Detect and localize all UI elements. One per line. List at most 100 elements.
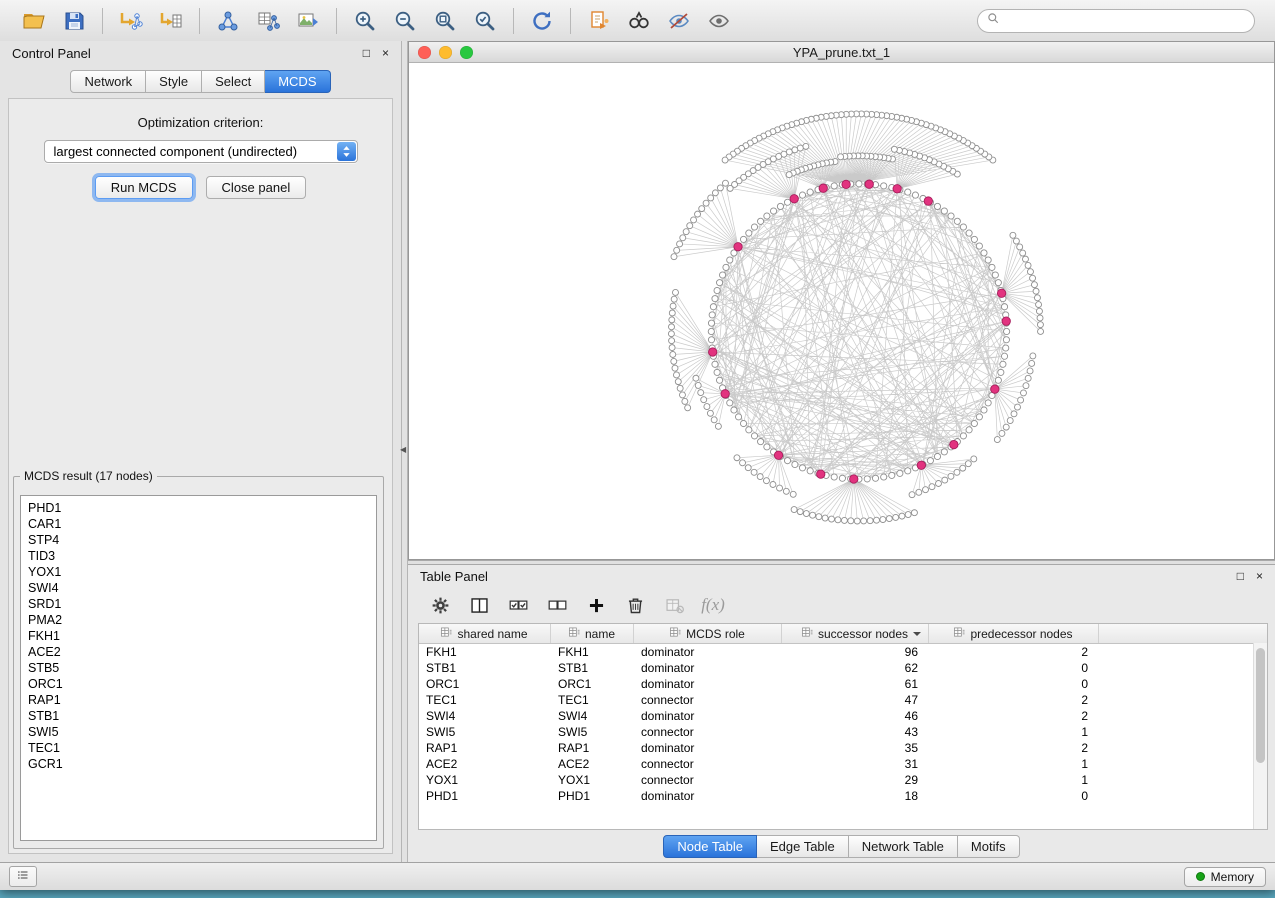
table-row[interactable]: RAP1RAP1dominator352 — [419, 740, 1267, 756]
mcds-result-item[interactable]: TEC1 — [28, 740, 369, 756]
minimize-window-button[interactable] — [439, 46, 452, 59]
table-row[interactable]: YOX1YOX1connector291 — [419, 772, 1267, 788]
cell-predecessor-nodes[interactable]: 1 — [929, 756, 1099, 772]
task-history-button[interactable] — [9, 866, 37, 887]
zoom-out-button[interactable] — [387, 6, 423, 36]
mcds-result-item[interactable]: GCR1 — [28, 756, 369, 772]
zoom-in-button[interactable] — [347, 6, 383, 36]
cell-name[interactable]: ACE2 — [551, 756, 634, 772]
cell-successor-nodes[interactable]: 29 — [782, 772, 929, 788]
import-table-button[interactable] — [153, 6, 189, 36]
table-row[interactable]: FKH1FKH1dominator962 — [419, 644, 1267, 660]
tab-node-table[interactable]: Node Table — [663, 835, 757, 858]
table-row[interactable]: SWI4SWI4dominator462 — [419, 708, 1267, 724]
cell-successor-nodes[interactable]: 61 — [782, 676, 929, 692]
tab-network[interactable]: Network — [70, 70, 146, 93]
cell-mcds-role[interactable]: dominator — [634, 788, 782, 804]
zoom-fit-button[interactable] — [427, 6, 463, 36]
delete-row-button[interactable] — [623, 593, 647, 617]
zoom-selected-button[interactable] — [467, 6, 503, 36]
cell-successor-nodes[interactable]: 43 — [782, 724, 929, 740]
first-neighbors-button[interactable] — [621, 6, 657, 36]
cell-shared-name[interactable]: RAP1 — [419, 740, 551, 756]
cell-name[interactable]: ORC1 — [551, 676, 634, 692]
panel-splitter[interactable]: ◀ — [401, 41, 408, 862]
import-network-button[interactable] — [113, 6, 149, 36]
dropdown-stepper-icon[interactable] — [337, 142, 356, 161]
cell-name[interactable]: TEC1 — [551, 692, 634, 708]
mcds-result-item[interactable]: PHD1 — [28, 500, 369, 516]
cell-predecessor-nodes[interactable]: 2 — [929, 740, 1099, 756]
cell-predecessor-nodes[interactable]: 0 — [929, 676, 1099, 692]
cell-shared-name[interactable]: TEC1 — [419, 692, 551, 708]
open-folder-button[interactable] — [16, 6, 52, 36]
add-row-button[interactable] — [584, 593, 608, 617]
cell-shared-name[interactable]: ACE2 — [419, 756, 551, 772]
cell-name[interactable]: FKH1 — [551, 644, 634, 660]
table-scrollbar-thumb[interactable] — [1256, 648, 1265, 763]
cell-name[interactable]: PHD1 — [551, 788, 634, 804]
cell-shared-name[interactable]: YOX1 — [419, 772, 551, 788]
collapse-arrow-icon[interactable]: ◀ — [400, 445, 406, 454]
close-control-panel-button[interactable]: × — [382, 47, 389, 59]
column-header-name[interactable]: name — [551, 624, 634, 643]
mcds-result-item[interactable]: ORC1 — [28, 676, 369, 692]
tab-network-table[interactable]: Network Table — [849, 835, 958, 858]
cell-successor-nodes[interactable]: 47 — [782, 692, 929, 708]
cell-name[interactable]: RAP1 — [551, 740, 634, 756]
mcds-result-item[interactable]: TID3 — [28, 548, 369, 564]
close-window-button[interactable] — [418, 46, 431, 59]
float-table-panel-button[interactable]: □ — [1237, 570, 1244, 582]
table-row[interactable]: SWI5SWI5connector431 — [419, 724, 1267, 740]
cell-successor-nodes[interactable]: 35 — [782, 740, 929, 756]
column-header-predecessor-nodes[interactable]: predecessor nodes — [929, 624, 1099, 643]
mcds-result-list[interactable]: PHD1CAR1STP4TID3YOX1SWI4SRD1PMA2FKH1ACE2… — [20, 495, 377, 841]
cell-name[interactable]: SWI4 — [551, 708, 634, 724]
cell-mcds-role[interactable]: dominator — [634, 676, 782, 692]
save-button[interactable] — [56, 6, 92, 36]
memory-button[interactable]: Memory — [1184, 867, 1266, 887]
table-row[interactable]: ORC1ORC1dominator610 — [419, 676, 1267, 692]
mcds-result-item[interactable]: STB1 — [28, 708, 369, 724]
table-row[interactable]: TEC1TEC1connector472 — [419, 692, 1267, 708]
cell-shared-name[interactable]: ORC1 — [419, 676, 551, 692]
cell-mcds-role[interactable]: connector — [634, 692, 782, 708]
cell-successor-nodes[interactable]: 31 — [782, 756, 929, 772]
cell-name[interactable]: YOX1 — [551, 772, 634, 788]
cell-successor-nodes[interactable]: 62 — [782, 660, 929, 676]
mcds-result-item[interactable]: ACE2 — [28, 644, 369, 660]
cell-predecessor-nodes[interactable]: 0 — [929, 788, 1099, 804]
cell-mcds-role[interactable]: connector — [634, 756, 782, 772]
cell-successor-nodes[interactable]: 96 — [782, 644, 929, 660]
refresh-layout-button[interactable] — [524, 6, 560, 36]
cell-predecessor-nodes[interactable]: 1 — [929, 724, 1099, 740]
cell-mcds-role[interactable]: dominator — [634, 644, 782, 660]
cell-mcds-role[interactable]: dominator — [634, 660, 782, 676]
mcds-result-item[interactable]: STP4 — [28, 532, 369, 548]
close-table-panel-button[interactable]: × — [1256, 570, 1263, 582]
mcds-result-item[interactable]: STB5 — [28, 660, 369, 676]
cell-predecessor-nodes[interactable]: 2 — [929, 692, 1099, 708]
tab-select[interactable]: Select — [202, 70, 265, 93]
close-mcds-panel-button[interactable]: Close panel — [206, 176, 307, 199]
network-canvas[interactable] — [409, 63, 1274, 559]
mcds-result-item[interactable]: RAP1 — [28, 692, 369, 708]
cell-name[interactable]: SWI5 — [551, 724, 634, 740]
mcds-result-item[interactable]: SWI4 — [28, 580, 369, 596]
tab-style[interactable]: Style — [146, 70, 202, 93]
import-table-disabled-button[interactable] — [662, 593, 686, 617]
table-row[interactable]: ACE2ACE2connector311 — [419, 756, 1267, 772]
column-header-shared-name[interactable]: shared name — [419, 624, 551, 643]
hide-graphics-button[interactable] — [661, 6, 697, 36]
column-selector-button[interactable] — [467, 593, 491, 617]
cell-predecessor-nodes[interactable]: 2 — [929, 644, 1099, 660]
cell-shared-name[interactable]: SWI5 — [419, 724, 551, 740]
export-image-button[interactable] — [290, 6, 326, 36]
deselect-all-button[interactable] — [545, 593, 569, 617]
cell-mcds-role[interactable]: dominator — [634, 740, 782, 756]
gear-button[interactable] — [428, 593, 452, 617]
criterion-dropdown[interactable]: largest connected component (undirected) — [44, 140, 358, 163]
mcds-result-item[interactable]: SWI5 — [28, 724, 369, 740]
cell-predecessor-nodes[interactable]: 2 — [929, 708, 1099, 724]
search-input[interactable] — [1005, 13, 1245, 29]
